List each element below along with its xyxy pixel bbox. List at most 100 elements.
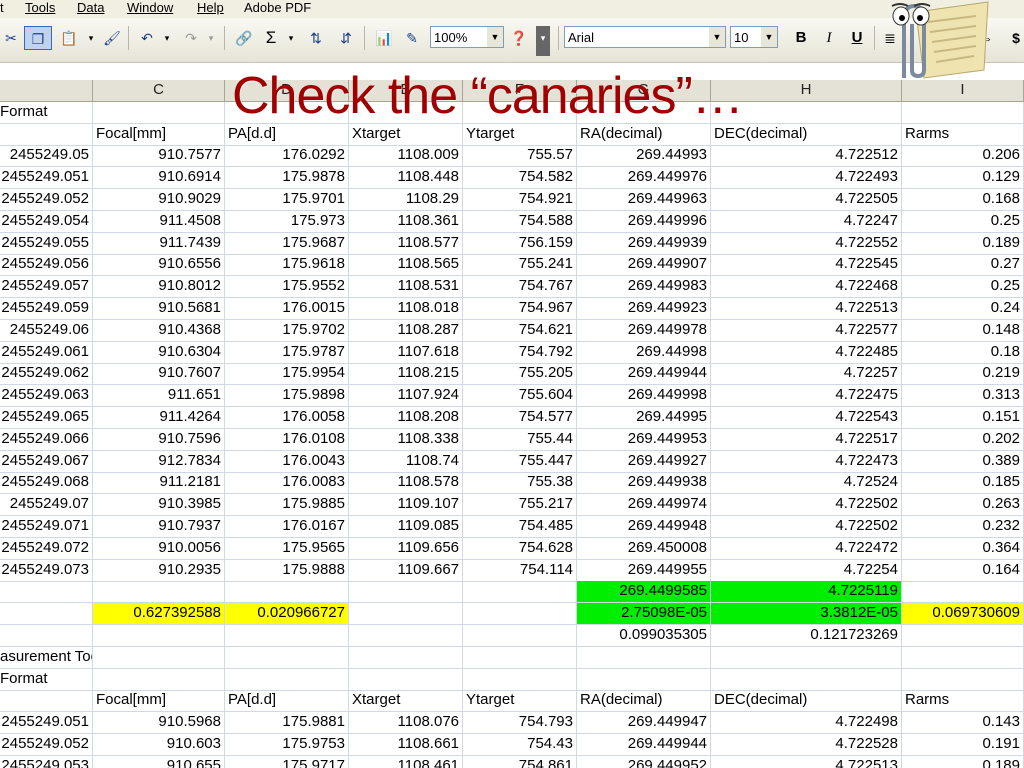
- data-cell[interactable]: 1107.924: [349, 385, 463, 408]
- data-cell[interactable]: 910.655: [93, 755, 225, 768]
- data-cell[interactable]: 1108.287: [349, 319, 463, 342]
- data-cell[interactable]: 4.722473: [711, 450, 902, 473]
- data-cell[interactable]: 755.241: [463, 254, 577, 277]
- data-cell[interactable]: 910.7607: [93, 363, 225, 386]
- menu-item-tools[interactable]: Tools: [25, 0, 55, 16]
- data-cell[interactable]: 269.449952: [577, 755, 711, 768]
- ra-derived-cell[interactable]: 0.099035305: [577, 625, 711, 647]
- help-icon[interactable]: ❓: [508, 26, 530, 50]
- row-date-cell[interactable]: 2455249.057: [0, 276, 93, 299]
- cell[interactable]: [93, 101, 225, 124]
- data-cell[interactable]: 0.25: [902, 276, 1024, 299]
- data-cell[interactable]: 0.232: [902, 516, 1024, 538]
- data-cell[interactable]: 0.148: [902, 319, 1024, 342]
- data-cell[interactable]: 755.604: [463, 385, 577, 408]
- dec-derived-cell[interactable]: 0.121723269: [711, 625, 902, 647]
- row-date-cell[interactable]: 2455249.056: [0, 254, 93, 277]
- data-cell[interactable]: 755.205: [463, 363, 577, 386]
- data-cell[interactable]: 910.2935: [93, 559, 225, 582]
- data-cell[interactable]: 269.449983: [577, 276, 711, 299]
- data-cell[interactable]: 910.603: [93, 734, 225, 756]
- cell[interactable]: [463, 581, 577, 604]
- font-name-select[interactable]: Arial ▼: [564, 26, 726, 48]
- cell[interactable]: [349, 581, 463, 604]
- data-cell[interactable]: 269.449938: [577, 472, 711, 495]
- data-cell[interactable]: 0.168: [902, 189, 1024, 211]
- row-date-cell[interactable]: 2455249.071: [0, 516, 93, 538]
- data-cell[interactable]: 175.9687: [225, 232, 349, 255]
- copy-icon[interactable]: ❐: [24, 26, 52, 50]
- sort-ascending-icon[interactable]: ⇅: [304, 26, 328, 50]
- row-date-cell[interactable]: 2455249.052: [0, 189, 93, 211]
- data-cell[interactable]: 0.24: [902, 298, 1024, 320]
- cell[interactable]: [577, 646, 711, 669]
- column-label[interactable]: RA(decimal): [577, 123, 711, 146]
- cell[interactable]: [0, 603, 93, 626]
- data-cell[interactable]: 4.722577: [711, 319, 902, 342]
- data-cell[interactable]: 754.793: [463, 712, 577, 735]
- data-cell[interactable]: 176.0083: [225, 472, 349, 495]
- data-cell[interactable]: 175.9565: [225, 537, 349, 560]
- focal-stddev-cell[interactable]: 0.627392588: [93, 603, 225, 626]
- data-cell[interactable]: 4.722512: [711, 145, 902, 168]
- sort-descending-icon[interactable]: ⇵: [334, 26, 358, 50]
- section-label[interactable]: asurement Tool: [0, 646, 93, 669]
- menu-item-help[interactable]: Help: [197, 0, 224, 16]
- column-label[interactable]: Xtarget: [349, 123, 463, 146]
- data-cell[interactable]: 269.449955: [577, 559, 711, 582]
- column-header-blank[interactable]: [0, 80, 93, 102]
- data-cell[interactable]: 175.9888: [225, 559, 349, 582]
- cell[interactable]: [463, 625, 577, 647]
- row-date-cell[interactable]: 2455249.054: [0, 210, 93, 233]
- data-cell[interactable]: 176.0292: [225, 145, 349, 168]
- data-cell[interactable]: 754.485: [463, 516, 577, 538]
- font-size-select[interactable]: 10 ▼: [730, 26, 778, 48]
- column-header-i[interactable]: I: [902, 80, 1024, 102]
- data-cell[interactable]: 755.44: [463, 428, 577, 451]
- row-date-cell[interactable]: 2455249.06: [0, 319, 93, 342]
- mean-dec-cell[interactable]: 4.7225119: [711, 581, 902, 604]
- data-cell[interactable]: 175.9885: [225, 494, 349, 517]
- data-cell[interactable]: 269.449927: [577, 450, 711, 473]
- data-cell[interactable]: 176.0043: [225, 450, 349, 473]
- data-cell[interactable]: 754.921: [463, 189, 577, 211]
- cell[interactable]: [902, 581, 1024, 604]
- data-cell[interactable]: 1108.448: [349, 167, 463, 190]
- redo-dropdown-icon[interactable]: ▾: [204, 26, 218, 50]
- data-cell[interactable]: 754.577: [463, 407, 577, 429]
- rarms-stddev-cell[interactable]: 0.069730609: [902, 603, 1024, 626]
- data-cell[interactable]: 4.722485: [711, 341, 902, 364]
- dec-stddev-cell[interactable]: 3.3812E-05: [711, 603, 902, 626]
- autosum-dropdown-icon[interactable]: ▾: [284, 26, 298, 50]
- data-cell[interactable]: 910.7577: [93, 145, 225, 168]
- section-label[interactable]: Format: [0, 101, 93, 124]
- chevron-down-icon[interactable]: ▼: [709, 27, 725, 47]
- data-cell[interactable]: 269.449978: [577, 319, 711, 342]
- row-date-cell[interactable]: 2455249.067: [0, 450, 93, 473]
- data-cell[interactable]: 1108.018: [349, 298, 463, 320]
- data-cell[interactable]: 755.217: [463, 494, 577, 517]
- data-cell[interactable]: 911.4508: [93, 210, 225, 233]
- data-cell[interactable]: 0.389: [902, 450, 1024, 473]
- column-label[interactable]: RA(decimal): [577, 690, 711, 713]
- data-cell[interactable]: 4.722498: [711, 712, 902, 735]
- data-cell[interactable]: 4.722513: [711, 298, 902, 320]
- undo-icon[interactable]: ↶: [136, 26, 158, 50]
- autosum-icon[interactable]: Σ: [260, 26, 282, 50]
- data-cell[interactable]: 0.191: [902, 734, 1024, 756]
- data-cell[interactable]: 0.151: [902, 407, 1024, 429]
- cut-icon[interactable]: ✂: [2, 26, 20, 50]
- data-cell[interactable]: 4.722468: [711, 276, 902, 299]
- pa-stddev-cell[interactable]: 0.020966727: [225, 603, 349, 626]
- data-cell[interactable]: 1108.208: [349, 407, 463, 429]
- data-cell[interactable]: 910.0056: [93, 537, 225, 560]
- cell[interactable]: [902, 101, 1024, 124]
- data-cell[interactable]: 910.7596: [93, 428, 225, 451]
- data-cell[interactable]: 910.4368: [93, 319, 225, 342]
- undo-dropdown-icon[interactable]: ▾: [160, 26, 174, 50]
- data-cell[interactable]: 754.861: [463, 755, 577, 768]
- cell[interactable]: [0, 123, 93, 146]
- section-label[interactable]: Format: [0, 668, 93, 691]
- data-cell[interactable]: 269.449996: [577, 210, 711, 233]
- data-cell[interactable]: 755.57: [463, 145, 577, 168]
